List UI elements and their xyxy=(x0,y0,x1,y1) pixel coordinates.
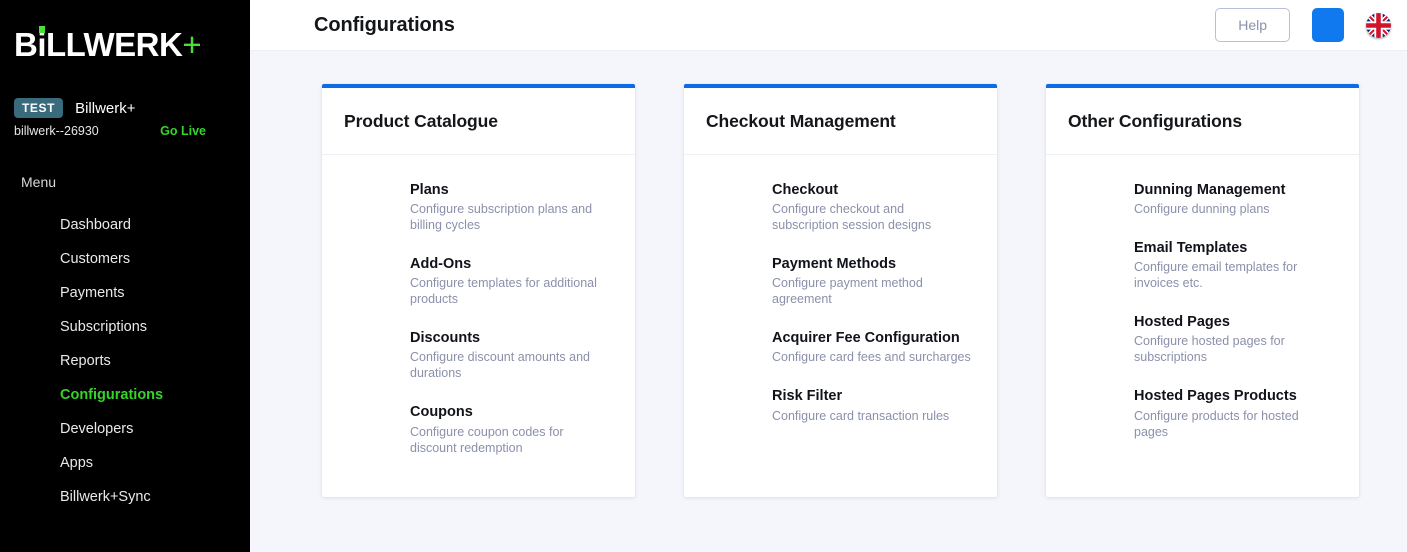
item-title: Hosted Pages Products xyxy=(1134,388,1297,405)
item-description: Configure templates for additional produ… xyxy=(410,276,597,307)
account-summary: TEST Billwerk+ billwerk--26930 Go Live xyxy=(0,82,250,138)
sidebar-item-apps[interactable]: Apps xyxy=(0,446,250,480)
logo-dotted-i: i xyxy=(37,26,47,63)
config-item-hosted-pages-products[interactable]: Hosted Pages Products Configure products… xyxy=(1134,387,1341,439)
item-description: Configure card transaction rules xyxy=(772,408,950,423)
item-title: Dunning Management xyxy=(1134,182,1286,198)
app-root: BiLLWERK+ TEST Billwerk+ billwerk--26930… xyxy=(0,0,1407,552)
config-item-dunning-management[interactable]: Dunning Management Configure dunning pla… xyxy=(1134,181,1341,217)
item-title: Hosted Pages xyxy=(1134,314,1230,331)
card-title: Other Configurations xyxy=(1068,111,1242,131)
account-row-secondary: billwerk--26930 Go Live xyxy=(14,124,236,138)
item-title: Plans xyxy=(410,182,449,198)
profile-blue-button[interactable] xyxy=(1312,8,1344,42)
item-description: Configure email templates for invoices e… xyxy=(1134,260,1298,291)
item-description: Configure discount amounts and durations xyxy=(410,350,590,381)
menu-section-label: Menu xyxy=(21,174,57,190)
config-item-coupons[interactable]: Coupons Configure coupon codes for disco… xyxy=(410,403,617,455)
item-description: Configure coupon codes for discount rede… xyxy=(410,424,564,455)
help-button[interactable]: Help xyxy=(1215,8,1290,42)
item-description: Configure payment method agreement xyxy=(772,276,923,307)
card-title: Product Catalogue xyxy=(344,111,498,131)
item-description: Configure hosted pages for subscriptions xyxy=(1134,334,1285,365)
card-header: Other Configurations xyxy=(1046,88,1359,155)
topbar-actions: Help xyxy=(1215,8,1391,42)
logo-plus: + xyxy=(182,26,202,63)
item-title: Discounts xyxy=(410,330,481,347)
item-description: Configure products for hosted pages xyxy=(1134,408,1299,439)
config-item-risk-filter[interactable]: Risk Filter Configure card transaction r… xyxy=(772,387,979,423)
config-item-add-ons[interactable]: Add-Ons Configure templates for addition… xyxy=(410,255,617,307)
config-item-acquirer-fee-configuration[interactable]: Acquirer Fee Configuration Configure car… xyxy=(772,329,979,365)
config-item-discounts[interactable]: Discounts Configure discount amounts and… xyxy=(410,329,617,381)
item-title: Checkout xyxy=(772,182,839,198)
item-title: Payment Methods xyxy=(772,256,897,273)
page-title: Configurations xyxy=(314,13,455,36)
item-title: Coupons xyxy=(410,404,473,421)
sidebar-item-reports[interactable]: Reports xyxy=(0,344,250,378)
card-product-catalogue: Product Catalogue Plans Configure subscr… xyxy=(322,84,635,497)
sidebar: BiLLWERK+ TEST Billwerk+ billwerk--26930… xyxy=(0,0,250,552)
item-title: Risk Filter xyxy=(772,388,843,405)
config-item-email-templates[interactable]: Email Templates Configure email template… xyxy=(1134,239,1341,291)
account-id: billwerk--26930 xyxy=(14,124,99,138)
logo-text: BiLLWERK+ xyxy=(14,26,202,63)
item-title: Add-Ons xyxy=(410,256,472,273)
card-header: Checkout Management xyxy=(684,88,997,155)
item-description: Configure card fees and surcharges xyxy=(772,350,971,365)
account-row-primary: TEST Billwerk+ xyxy=(14,98,236,118)
sidebar-item-configurations[interactable]: Configurations xyxy=(0,378,250,412)
item-title: Email Templates xyxy=(1134,240,1248,257)
item-description: Configure subscription plans and billing… xyxy=(410,202,593,233)
config-item-hosted-pages[interactable]: Hosted Pages Configure hosted pages for … xyxy=(1134,313,1341,365)
config-item-plans[interactable]: Plans Configure subscription plans and b… xyxy=(410,181,617,233)
uk-flag-icon[interactable] xyxy=(1366,12,1391,38)
sidebar-item-developers[interactable]: Developers xyxy=(0,412,250,446)
sidebar-item-subscriptions[interactable]: Subscriptions xyxy=(0,310,250,344)
sidebar-item-payments[interactable]: Payments xyxy=(0,276,250,310)
topbar: Configurations Help xyxy=(250,0,1407,51)
card-title: Checkout Management xyxy=(706,111,896,131)
logo-part-2: LLWERK xyxy=(46,26,183,63)
configuration-cards: Product Catalogue Plans Configure subscr… xyxy=(250,51,1407,552)
item-description: Configure dunning plans xyxy=(1134,202,1270,217)
sidebar-item-dashboard[interactable]: Dashboard xyxy=(0,208,250,242)
item-title: Acquirer Fee Configuration xyxy=(772,330,960,347)
brand-logo[interactable]: BiLLWERK+ xyxy=(0,0,250,82)
sidebar-menu: Dashboard Customers Payments Subscriptio… xyxy=(0,208,250,514)
main-area: Configurations Help Product Catalogue Pl… xyxy=(250,0,1407,552)
account-name: Billwerk+ xyxy=(75,99,136,117)
config-item-checkout[interactable]: Checkout Configure checkout and subscrip… xyxy=(772,181,979,233)
card-header: Product Catalogue xyxy=(322,88,635,155)
item-description: Configure checkout and subscription sess… xyxy=(772,202,932,233)
logo-part-1: B xyxy=(14,26,38,63)
sidebar-item-customers[interactable]: Customers xyxy=(0,242,250,276)
card-checkout-management: Checkout Management Checkout Configure c… xyxy=(684,84,997,497)
card-body: Dunning Management Configure dunning pla… xyxy=(1046,155,1359,466)
go-live-link[interactable]: Go Live xyxy=(160,124,206,138)
config-item-payment-methods[interactable]: Payment Methods Configure payment method… xyxy=(772,255,979,307)
card-other-configurations: Other Configurations Dunning Management … xyxy=(1046,84,1359,497)
environment-badge: TEST xyxy=(14,98,64,118)
card-body: Plans Configure subscription plans and b… xyxy=(322,155,635,482)
card-body: Checkout Configure checkout and subscrip… xyxy=(684,155,997,450)
sidebar-item-billwerk-sync[interactable]: Billwerk+Sync xyxy=(0,480,250,514)
